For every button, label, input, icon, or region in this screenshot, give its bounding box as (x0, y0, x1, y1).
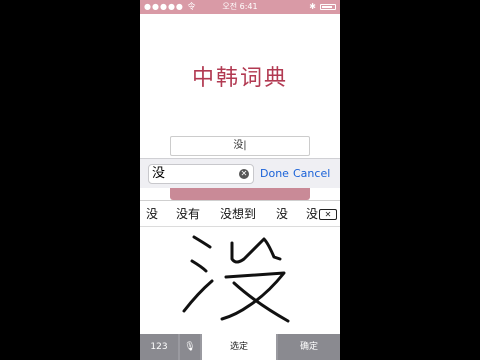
handwriting-keyboard: 没 没有 没想到 没 没 ✕ 123 🎙 选定 确定 (140, 200, 340, 360)
cancel-button[interactable]: Cancel (293, 159, 330, 189)
status-bar: ●●●●● 令 오전 6:41 ✱ (140, 0, 340, 14)
handwriting-canvas[interactable] (140, 227, 340, 335)
delete-icon[interactable]: ✕ (319, 209, 337, 220)
microphone-glyph: 🎙 (184, 342, 196, 352)
result-banner (170, 188, 310, 200)
select-key[interactable]: 选定 (202, 334, 276, 360)
select-key-label: 选定 (229, 342, 248, 352)
confirm-key[interactable]: 确定 (278, 334, 340, 360)
candidate-5[interactable]: 没 (306, 201, 318, 227)
numbers-key[interactable]: 123 (140, 334, 178, 360)
bluetooth-icon: ✱ (309, 2, 316, 11)
battery-icon (320, 4, 336, 10)
clear-icon[interactable]: ✕ (239, 169, 249, 179)
confirm-key-label: 确定 (299, 342, 318, 352)
keyboard-bottom-bar: 123 🎙 选定 确定 (140, 334, 340, 360)
candidate-2[interactable]: 没有 (176, 201, 200, 227)
candidate-4[interactable]: 没 (276, 201, 288, 227)
microphone-icon[interactable]: 🎙 (180, 334, 200, 360)
numbers-key-label: 123 (150, 342, 168, 352)
search-input[interactable]: 没 ✕ (148, 164, 254, 184)
search-input-value: 没 (152, 166, 166, 181)
candidate-1[interactable]: 没 (146, 201, 158, 227)
handwritten-stroke (182, 235, 290, 323)
done-button[interactable]: Done (260, 159, 289, 189)
candidate-bar: 没 没有 没想到 没 没 ✕ (140, 201, 340, 227)
app-title: 中韩词典 (191, 66, 288, 91)
phone-screen: ●●●●● 令 오전 6:41 ✱ 中韩词典 没| 没 ✕ Done Cance… (140, 0, 340, 360)
search-bar: 没 ✕ Done Cancel (140, 158, 340, 188)
query-field[interactable]: 没| (170, 136, 310, 156)
candidate-3[interactable]: 没想到 (220, 201, 256, 227)
